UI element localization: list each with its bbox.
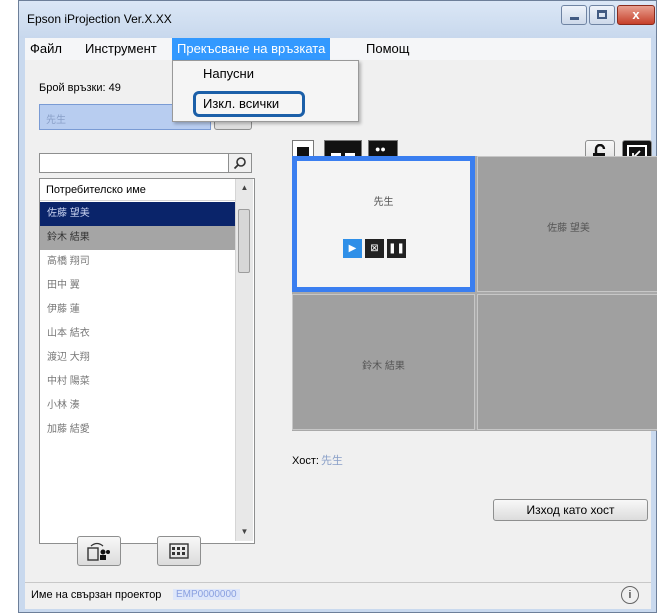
search-button[interactable] bbox=[228, 153, 252, 173]
scroll-down-icon[interactable]: ▼ bbox=[236, 527, 253, 536]
cell-user-name: 鈴木 結果 bbox=[362, 361, 405, 372]
maximize-button[interactable] bbox=[589, 5, 615, 25]
list-item[interactable]: 山本 結衣 bbox=[40, 322, 235, 346]
list-item[interactable]: 鈴木 結果 bbox=[40, 226, 235, 250]
projection-cell-active[interactable]: 先生 ▶ ⊠ ❚❚ bbox=[292, 156, 475, 292]
disconnect-dropdown: Напусни Изкл. всички bbox=[172, 60, 359, 122]
projection-cell[interactable]: 鈴木 結果 bbox=[292, 294, 475, 430]
menu-disconnect[interactable]: Прекъсване на връзката bbox=[172, 38, 331, 60]
minimize-icon bbox=[570, 17, 579, 20]
minimize-button[interactable] bbox=[561, 5, 587, 25]
projection-grid: 先生 ▶ ⊠ ❚❚ 佐藤 望美 鈴木 結果 bbox=[292, 156, 657, 431]
list-item[interactable]: 中村 陽菜 bbox=[40, 370, 235, 394]
exit-host-button[interactable]: Изход като хост bbox=[493, 499, 648, 521]
title-bar: Epson iProjection Ver.X.XX x bbox=[19, 1, 656, 38]
user-list: Потребителско име 佐藤 望美 鈴木 結果 高橋 翔司 田中 翼… bbox=[39, 178, 255, 544]
stop-button[interactable]: ⊠ bbox=[365, 239, 384, 258]
search-icon bbox=[233, 157, 246, 170]
search-input[interactable] bbox=[39, 153, 229, 173]
connections-count: Брой връзки: 49 bbox=[39, 82, 121, 94]
host-selector-name: 先生 bbox=[46, 115, 66, 126]
send-button[interactable] bbox=[77, 536, 121, 566]
menu-tool[interactable]: Инструмент bbox=[80, 38, 162, 60]
client-area: Файл Инструмент Прекъсване на връзката П… bbox=[25, 38, 657, 609]
thumbnail-grid-icon bbox=[169, 543, 189, 559]
window-title: Epson iProjection Ver.X.XX bbox=[27, 12, 172, 26]
close-button[interactable]: x bbox=[617, 5, 655, 25]
user-list-header[interactable]: Потребителско име bbox=[40, 179, 235, 201]
play-icon: ▶ bbox=[348, 243, 357, 254]
host-name: 先生 bbox=[320, 455, 343, 467]
projector-name: EMP0000000 bbox=[173, 589, 240, 600]
info-icon: i bbox=[628, 589, 632, 601]
pause-icon: ❚❚ bbox=[388, 243, 405, 254]
send-to-users-icon bbox=[87, 542, 110, 561]
list-item[interactable]: 田中 翼 bbox=[40, 274, 235, 298]
list-item[interactable]: 高橋 翔司 bbox=[40, 250, 235, 274]
close-icon: x bbox=[632, 7, 640, 22]
list-item[interactable]: 渡辺 大翔 bbox=[40, 346, 235, 370]
info-button[interactable]: i bbox=[621, 586, 639, 604]
menu-file[interactable]: Файл bbox=[25, 38, 67, 60]
projection-cell[interactable] bbox=[477, 294, 657, 430]
list-item[interactable]: 佐藤 望美 bbox=[40, 202, 235, 226]
list-item[interactable]: 加藤 結愛 bbox=[40, 418, 235, 442]
app-window: Epson iProjection Ver.X.XX x Файл Инстру… bbox=[18, 0, 657, 613]
projection-cell[interactable]: 佐藤 望美 bbox=[477, 156, 657, 292]
highlight-frame bbox=[193, 91, 305, 117]
menu-bar: Файл Инструмент Прекъсване на връзката П… bbox=[25, 38, 651, 60]
user-list-scrollbar[interactable]: ▲ ▼ bbox=[235, 179, 253, 541]
list-item[interactable]: 小林 湊 bbox=[40, 394, 235, 418]
status-bar: Име на свързан проектор EMP0000000 i bbox=[25, 582, 651, 609]
cell-user-name: 先生 bbox=[373, 197, 394, 208]
scroll-thumb[interactable] bbox=[238, 209, 250, 273]
maximize-icon bbox=[597, 10, 607, 19]
menu-item-leave[interactable]: Напусни bbox=[203, 66, 254, 81]
connected-projector-label: Име на свързан проектор bbox=[31, 589, 162, 601]
menu-help[interactable]: Помощ bbox=[361, 38, 414, 60]
host-label: Хост: 先生 bbox=[292, 455, 343, 467]
list-item[interactable]: 伊藤 蓮 bbox=[40, 298, 235, 322]
play-button[interactable]: ▶ bbox=[343, 239, 362, 258]
cell-user-name: 佐藤 望美 bbox=[547, 223, 590, 234]
stop-display-icon: ⊠ bbox=[370, 243, 379, 254]
pause-button[interactable]: ❚❚ bbox=[387, 239, 406, 258]
thumbnail-button[interactable] bbox=[157, 536, 201, 566]
scroll-up-icon[interactable]: ▲ bbox=[236, 183, 253, 192]
